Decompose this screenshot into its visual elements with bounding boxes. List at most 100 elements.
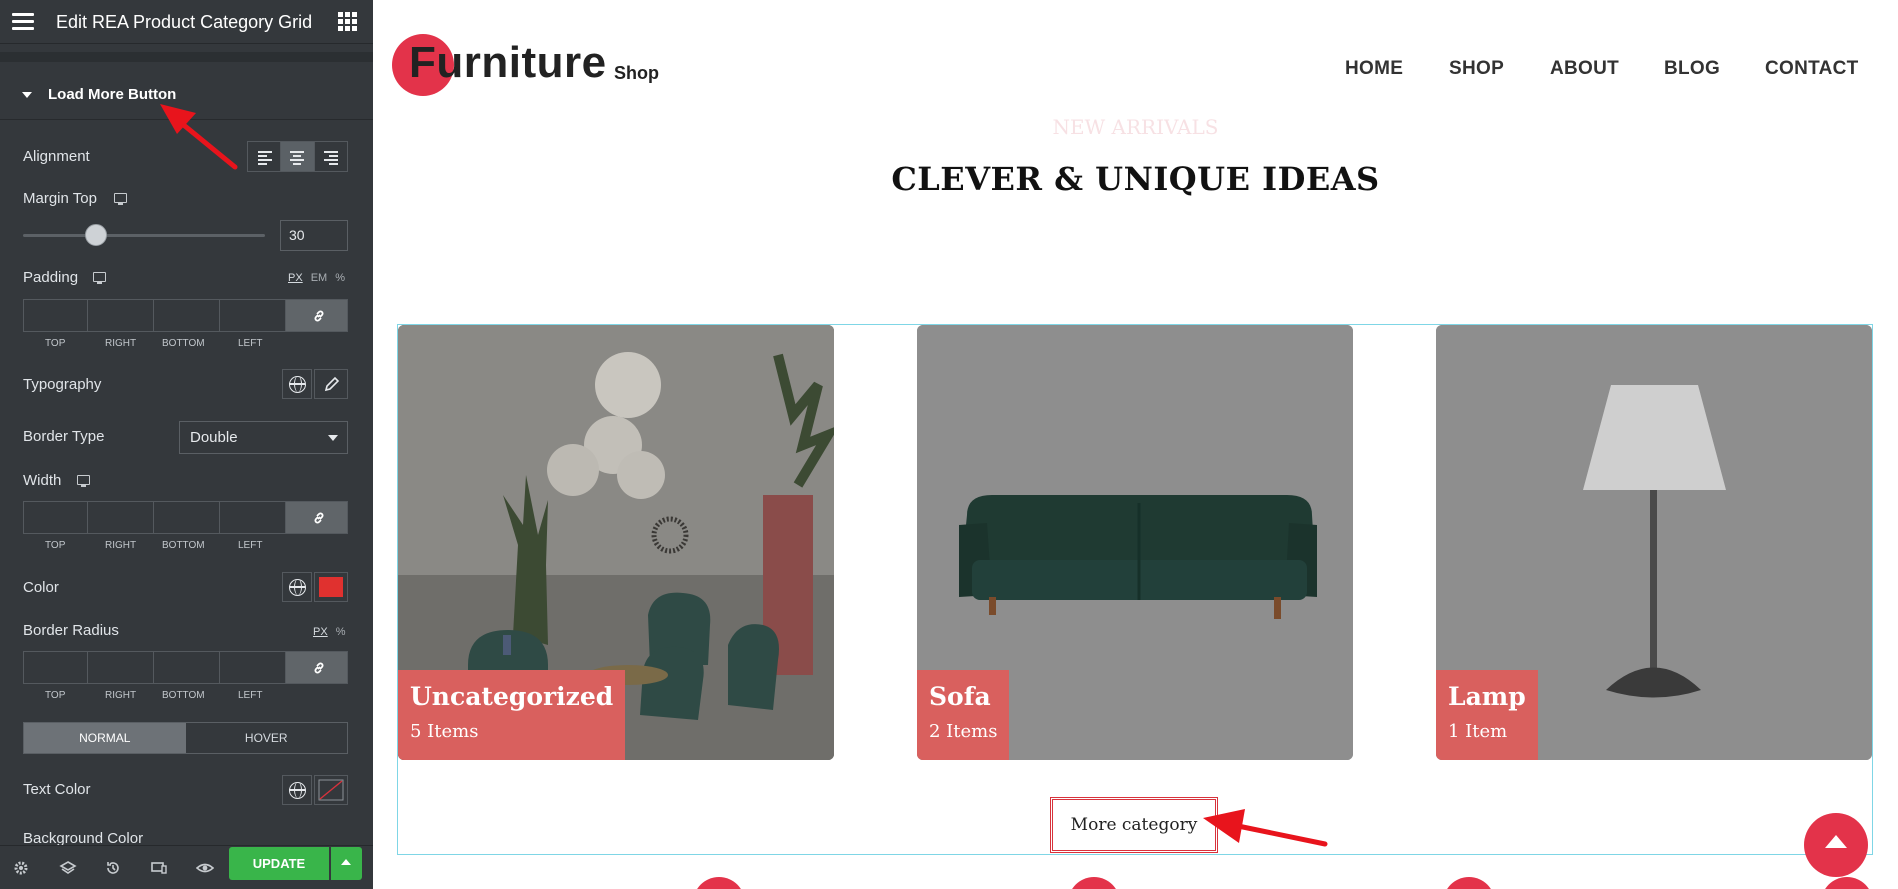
decorative-circle [1443,877,1495,889]
hamburger-menu-icon[interactable] [12,13,34,31]
category-name[interactable]: Sofa [929,682,997,711]
margin-top-slider-track[interactable] [23,234,265,237]
color-label: Color [23,579,59,596]
radius-right-input[interactable] [88,652,154,683]
update-button[interactable]: UPDATE [229,847,329,880]
margin-top-input[interactable]: 30 [280,220,348,251]
padding-bottom-input[interactable] [154,300,220,331]
category-name[interactable]: Uncategorized [410,682,613,711]
section-label: Load More Button [48,86,177,103]
radius-dimension-labels: TOP RIGHT BOTTOM LEFT [23,690,348,704]
margin-top-label: Margin Top [23,190,97,207]
nav-home[interactable]: HOME [1345,58,1403,80]
width-top-input[interactable] [24,502,88,533]
desktop-responsive-icon[interactable] [77,475,90,487]
nav-blog[interactable]: BLOG [1664,58,1720,80]
align-center-button[interactable] [281,142,315,171]
decorative-circle [693,877,745,889]
text-color-label: Text Color [23,781,91,798]
section-divider [0,52,373,62]
padding-right-input[interactable] [88,300,154,331]
radius-bottom-input[interactable] [154,652,220,683]
logo-text[interactable]: Furniture [409,38,607,88]
margin-top-slider-handle[interactable] [84,224,107,246]
color-picker-button[interactable] [314,572,348,602]
padding-top-input[interactable] [24,300,88,331]
color-swatch [319,577,343,597]
width-left-input[interactable] [220,502,286,533]
width-right-input[interactable] [88,502,154,533]
border-radius-label: Border Radius [23,622,119,639]
settings-gear-icon[interactable] [12,859,30,877]
padding-left-input[interactable] [220,300,286,331]
section-heading: CLEVER & UNIQUE IDEAS [891,160,1380,198]
layers-navigator-icon[interactable] [59,859,77,877]
category-card-sofa[interactable]: Sofa 2 Items [917,325,1353,760]
unit-px[interactable]: PX [288,272,303,284]
desktop-responsive-icon[interactable] [114,193,127,205]
global-color-button[interactable] [282,572,312,602]
nav-contact[interactable]: CONTACT [1765,58,1859,80]
category-name[interactable]: Lamp [1448,682,1526,711]
widgets-grid-icon[interactable] [338,12,358,32]
link-values-button[interactable] [286,300,347,331]
category-badge: Uncategorized 5 Items [398,670,626,760]
globe-icon [289,376,306,393]
border-type-label: Border Type [23,428,105,445]
link-values-button[interactable] [286,502,347,533]
editor-panel: Edit REA Product Category Grid Load More… [0,0,373,889]
category-card-uncategorized[interactable]: Uncategorized 5 Items [398,325,834,760]
global-typography-button[interactable] [282,369,312,399]
unit-em[interactable]: EM [311,272,328,284]
preview-eye-icon[interactable] [195,859,215,877]
editor-topbar: Edit REA Product Category Grid [0,0,373,44]
align-left-button[interactable] [248,142,282,171]
padding-units: PX EM% [280,272,345,284]
scroll-to-top-button[interactable] [1804,813,1868,877]
category-badge: Sofa 2 Items [917,670,1010,760]
dim-label-left: LEFT [238,338,263,349]
category-badge: Lamp 1 Item [1436,670,1538,760]
dim-label-right: RIGHT [105,338,137,349]
background-color-label: Background Color [23,830,144,845]
load-more-button[interactable]: More category [1050,797,1218,853]
no-color-swatch-icon [315,779,347,808]
edit-typography-button[interactable] [314,369,348,399]
unit-percent[interactable]: % [335,272,345,284]
dim-label-right: RIGHT [105,690,137,701]
global-text-color-button[interactable] [282,775,312,805]
responsive-mode-icon[interactable] [150,859,168,877]
nav-about[interactable]: ABOUT [1550,58,1619,80]
radius-left-input[interactable] [220,652,286,683]
category-count: 1 Item [1448,721,1508,742]
section-header-load-more[interactable]: Load More Button [0,72,373,120]
link-icon [312,309,326,323]
nav-shop[interactable]: SHOP [1449,58,1504,80]
link-values-button[interactable] [286,652,347,683]
radius-top-input[interactable] [24,652,88,683]
decorative-circle [1068,877,1120,889]
pencil-icon [315,376,347,402]
unit-px[interactable]: PX [313,626,328,638]
dim-label-left: LEFT [238,540,263,551]
tab-hover[interactable]: HOVER [186,723,348,753]
text-color-picker-button[interactable] [314,775,348,805]
typography-label: Typography [23,376,102,393]
dim-label-top: TOP [45,540,66,551]
unit-percent[interactable]: % [336,626,346,638]
align-right-button[interactable] [315,142,347,171]
dim-label-right: RIGHT [105,540,137,551]
width-bottom-input[interactable] [154,502,220,533]
border-type-select[interactable]: Double [179,421,348,454]
history-icon[interactable] [104,859,122,877]
dim-label-bottom: BOTTOM [162,540,205,551]
logo-subtext: Shop [614,63,659,83]
tab-normal[interactable]: NORMAL [24,723,186,753]
section-eyebrow: NEW ARRIVALS [1052,115,1219,139]
category-card-lamp[interactable]: Lamp 1 Item [1436,325,1872,760]
chevron-down-icon [328,435,338,441]
alignment-control [247,141,348,172]
update-options-button[interactable] [331,847,362,880]
desktop-responsive-icon[interactable] [93,272,106,284]
decorative-circle [1821,877,1873,889]
